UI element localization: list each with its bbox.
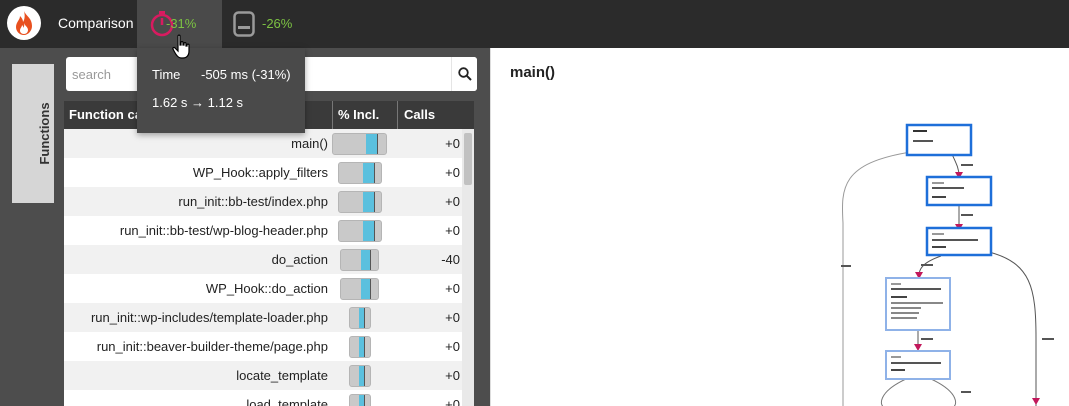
percent-inclusive-bar <box>332 133 387 155</box>
function-name: run_init::beaver-builder-theme/page.php <box>96 339 328 354</box>
percent-inclusive-bar <box>337 220 382 242</box>
percent-fill <box>362 192 374 212</box>
function-name: do_action <box>271 252 328 267</box>
search-icon <box>458 67 472 81</box>
graph-node-blog-header[interactable] <box>925 226 993 257</box>
percent-marker <box>373 163 375 183</box>
table-row[interactable]: locate_template +0 <box>64 361 462 390</box>
table-body: main() +0 WP_Hook::apply_filters +0 run_init… <box>64 129 462 406</box>
column-calls[interactable]: Calls <box>397 101 462 129</box>
edge-label <box>1042 338 1054 340</box>
table-scrollbar[interactable] <box>462 129 474 406</box>
edge-label <box>921 338 933 340</box>
edge-label <box>961 214 973 216</box>
function-name: run_init::wp-includes/template-loader.ph… <box>90 310 328 325</box>
tooltip-range: 1.62 s → 1.12 s <box>152 95 244 110</box>
percent-fill <box>360 250 371 270</box>
flame-icon <box>16 11 32 35</box>
function-name: WP_Hook::apply_filters <box>192 165 328 180</box>
function-name: WP_Hook::do_action <box>205 281 328 296</box>
percent-marker <box>370 279 372 299</box>
table-row[interactable]: run_init::wp-includes/template-loader.ph… <box>64 303 462 332</box>
search-button[interactable] <box>451 57 477 91</box>
percent-marker <box>373 192 375 212</box>
table-row[interactable]: load_template +0 <box>64 390 462 406</box>
table-row[interactable]: WP_Hook::apply_filters +0 <box>64 158 462 187</box>
calls-delta: +0 <box>445 136 460 151</box>
metric-tooltip: Time -505 ms (-31%) 1.62 s → 1.12 s <box>137 48 305 133</box>
app-logo[interactable] <box>7 6 41 40</box>
function-name: main() <box>291 136 328 151</box>
percent-inclusive-bar <box>348 365 371 387</box>
table-row[interactable]: do_action -40 <box>64 245 462 274</box>
table-row[interactable]: run_init::beaver-builder-theme/page.php +… <box>64 332 462 361</box>
memory-icon <box>233 11 255 37</box>
tab-functions-label: Functions <box>37 102 52 165</box>
calls-delta: -40 <box>441 252 460 267</box>
calls-delta: +0 <box>445 368 460 383</box>
column-percent-inclusive[interactable]: % Incl. <box>332 101 397 129</box>
tab-memory-metric[interactable]: -26% <box>230 0 300 48</box>
edge-arrow <box>1032 398 1040 405</box>
graph-node-index[interactable] <box>925 175 993 207</box>
calls-delta: +0 <box>445 165 460 180</box>
hand-cursor-icon <box>172 34 190 59</box>
calls-delta: +0 <box>445 194 460 209</box>
percent-marker <box>363 395 365 406</box>
time-delta: -31% <box>166 16 197 31</box>
calls-delta: +0 <box>445 223 460 238</box>
graph-node-page-php[interactable] <box>885 350 951 380</box>
percent-inclusive-bar <box>337 162 382 184</box>
table-row[interactable]: main() +0 <box>64 129 462 158</box>
calls-delta: +0 <box>445 339 460 354</box>
percent-inclusive-bar <box>348 307 371 329</box>
top-bar: Comparison -31% -26% <box>0 0 1069 48</box>
percent-marker <box>377 134 378 154</box>
percent-marker <box>363 337 365 357</box>
function-name: load_template <box>246 397 328 406</box>
memory-delta: -26% <box>262 16 293 31</box>
call-graph-panel: main() <box>490 48 1069 406</box>
percent-fill <box>366 134 377 154</box>
function-name: locate_template <box>236 368 328 383</box>
edge-label <box>961 164 973 166</box>
graph-edge <box>930 378 957 406</box>
function-name: run_init::bb-test/index.php <box>178 194 328 209</box>
table-row[interactable]: run_init::bb-test/wp-blog-header.php +0 <box>64 216 462 245</box>
graph-edge <box>988 251 1037 406</box>
percent-fill <box>362 221 374 241</box>
tooltip-value: -505 ms (-31%) <box>201 67 291 82</box>
page-title: Comparison <box>58 15 134 31</box>
tab-functions[interactable]: Functions <box>12 64 54 203</box>
call-graph[interactable] <box>491 48 1069 406</box>
tooltip-label: Time <box>152 67 181 82</box>
edge-label <box>841 265 851 267</box>
edge-label <box>961 391 971 393</box>
percent-inclusive-bar <box>340 278 379 300</box>
percent-inclusive-bar <box>340 249 379 271</box>
percent-fill <box>362 163 374 183</box>
percent-fill <box>360 279 371 299</box>
edge-label <box>921 264 933 266</box>
calls-delta: +0 <box>445 281 460 296</box>
percent-marker <box>363 366 365 386</box>
function-name: run_init::bb-test/wp-blog-header.php <box>119 223 328 238</box>
calls-delta: +0 <box>445 397 460 406</box>
percent-inclusive-bar <box>337 191 382 213</box>
percent-marker <box>373 221 375 241</box>
edge-arrow <box>914 344 922 351</box>
table-row[interactable]: WP_Hook::do_action +0 <box>64 274 462 303</box>
graph-edge <box>880 378 907 406</box>
percent-inclusive-bar <box>348 336 371 358</box>
percent-inclusive-bar <box>348 394 371 406</box>
percent-marker <box>363 308 365 328</box>
percent-marker <box>370 250 372 270</box>
calls-delta: +0 <box>445 310 460 325</box>
functions-table: Function calls % Incl. Calls main() +0 WP_… <box>64 101 474 406</box>
table-row[interactable]: run_init::bb-test/index.php +0 <box>64 187 462 216</box>
scrollbar-thumb[interactable] <box>464 133 472 185</box>
